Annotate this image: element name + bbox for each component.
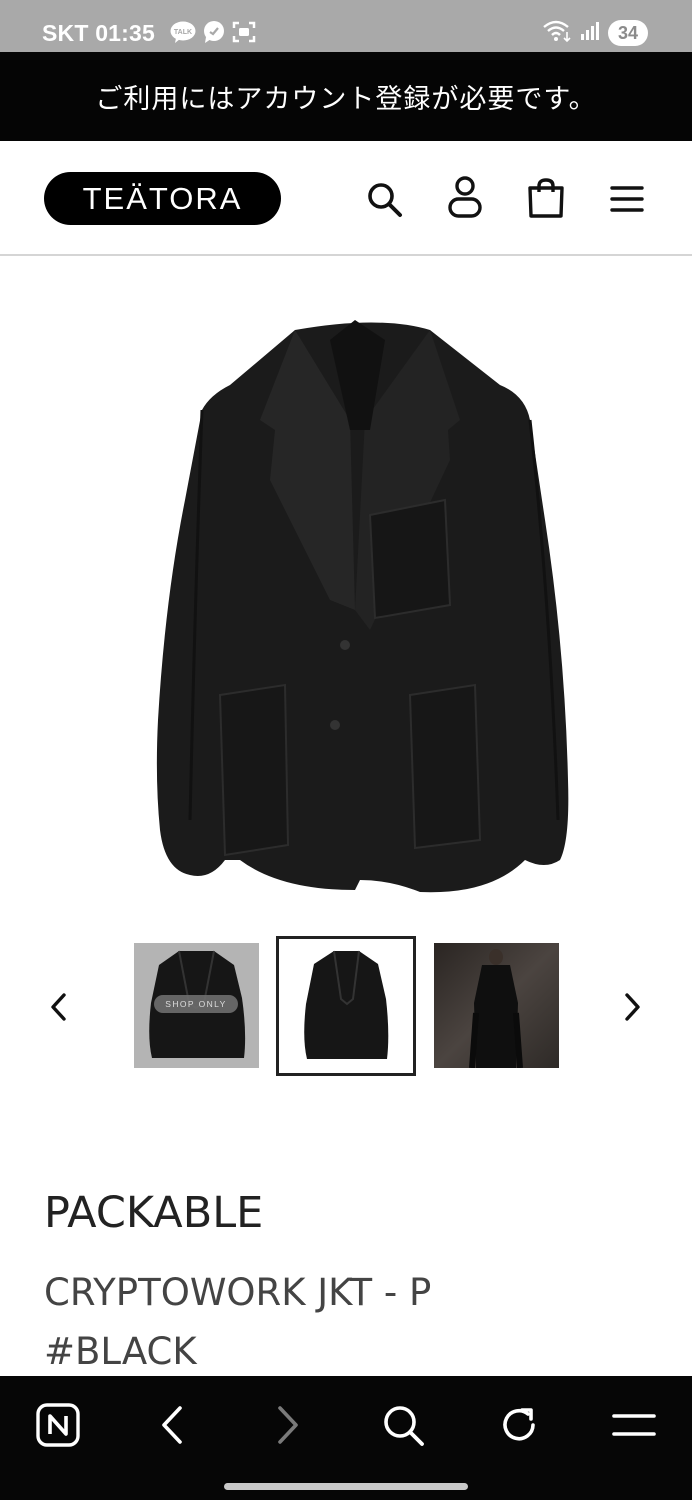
gallery-next-button[interactable]	[613, 985, 653, 1029]
product-main-image[interactable]	[130, 300, 590, 900]
menu-icon[interactable]	[607, 179, 647, 219]
search-icon[interactable]	[378, 1400, 428, 1450]
thumbnail-2-selected[interactable]	[276, 936, 416, 1076]
menu-icon[interactable]	[609, 1400, 659, 1450]
status-bar: SKT 01:35 TALK 34	[0, 0, 692, 52]
carrier-time: SKT 01:35	[42, 20, 156, 46]
gallery-prev-button[interactable]	[38, 985, 78, 1029]
thumbnail-3-model	[469, 949, 523, 1068]
product-name: CRYPTOWORK JKT - P #BLACK	[44, 1260, 431, 1385]
screenshot-icon	[232, 21, 256, 47]
chat-bubble-icon	[202, 21, 226, 47]
signal-icon	[580, 21, 600, 45]
kakaotalk-icon: TALK	[170, 21, 196, 47]
product-name-line-1: CRYPTOWORK JKT - P	[44, 1271, 432, 1314]
shop-only-badge: SHOP ONLY	[154, 995, 238, 1013]
browser-toolbar	[0, 1376, 692, 1500]
wifi-icon	[542, 19, 572, 47]
talk-badge: TALK	[174, 29, 192, 36]
search-icon[interactable]	[364, 179, 404, 219]
cart-icon[interactable]	[526, 178, 566, 218]
thumbnail-1[interactable]: SHOP ONLY	[134, 943, 259, 1068]
system-icons: 34	[542, 19, 648, 47]
home-indicator[interactable]	[224, 1483, 468, 1490]
forward-icon	[263, 1400, 313, 1450]
account-required-banner: ご利用にはアカウント登録が必要です。	[0, 52, 692, 141]
account-icon[interactable]	[445, 176, 485, 218]
notification-icons: TALK	[170, 21, 256, 47]
site-header: TEÄTORA	[0, 141, 692, 256]
battery-indicator: 34	[608, 20, 648, 46]
naver-home-icon[interactable]	[33, 1400, 83, 1450]
site-logo[interactable]: TEÄTORA	[44, 172, 281, 225]
thumbnail-2-jacket	[304, 950, 389, 1059]
product-title: PACKABLE	[44, 1188, 264, 1238]
thumbnail-3[interactable]	[434, 943, 559, 1068]
refresh-icon[interactable]	[494, 1400, 544, 1450]
back-icon[interactable]	[147, 1400, 197, 1450]
